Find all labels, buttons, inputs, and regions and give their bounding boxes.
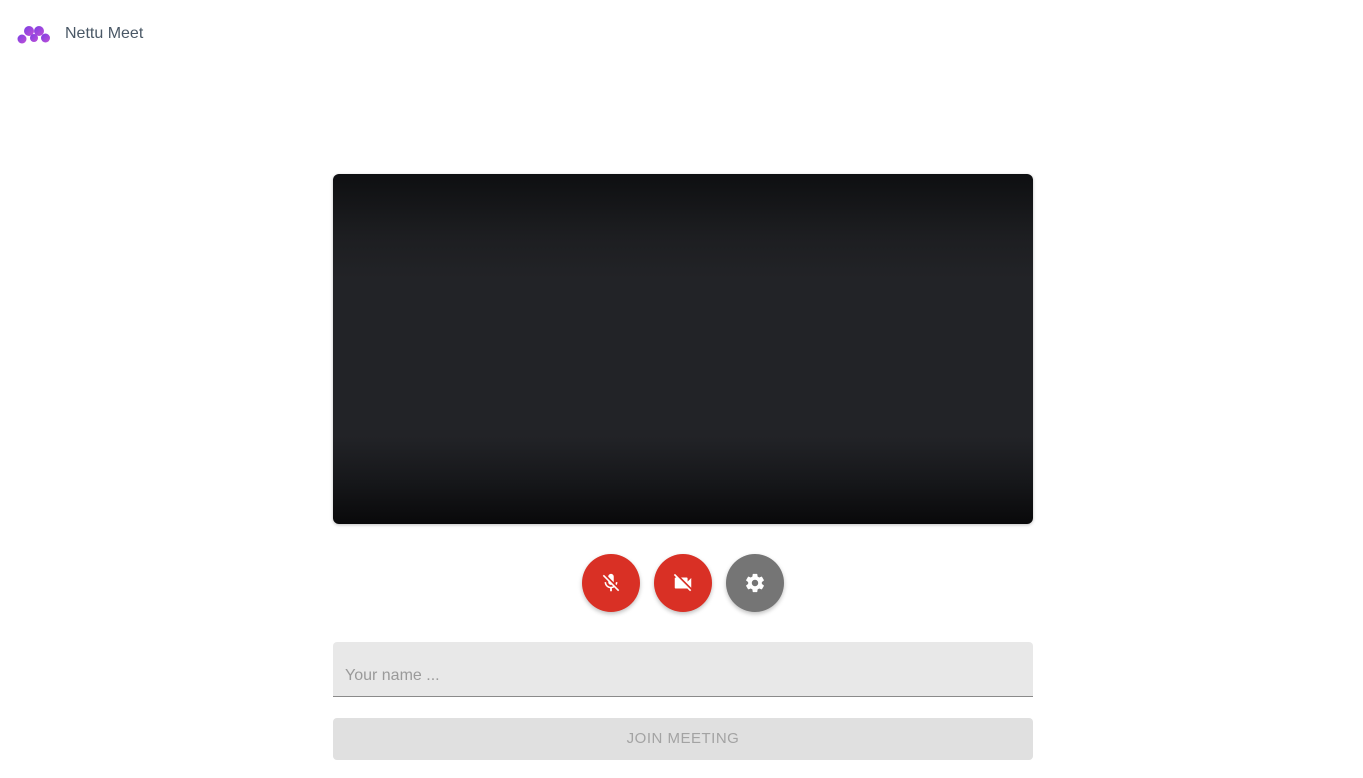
toggle-camera-button[interactable] xyxy=(654,554,712,612)
join-meeting-button[interactable]: JOIN MEETING xyxy=(333,718,1033,760)
video-preview xyxy=(333,174,1033,524)
media-controls xyxy=(0,554,1363,612)
gear-icon xyxy=(746,573,764,593)
toggle-mic-button[interactable] xyxy=(582,554,640,612)
nettu-logo-icon[interactable] xyxy=(17,23,51,45)
name-field[interactable] xyxy=(333,642,1033,697)
videocam-off-icon xyxy=(673,573,692,592)
top-bar: Nettu Meet xyxy=(0,0,1363,68)
mic-off-icon xyxy=(602,573,620,592)
settings-button[interactable] xyxy=(726,554,784,612)
name-input[interactable] xyxy=(333,642,1033,696)
app-title: Nettu Meet xyxy=(65,25,144,42)
